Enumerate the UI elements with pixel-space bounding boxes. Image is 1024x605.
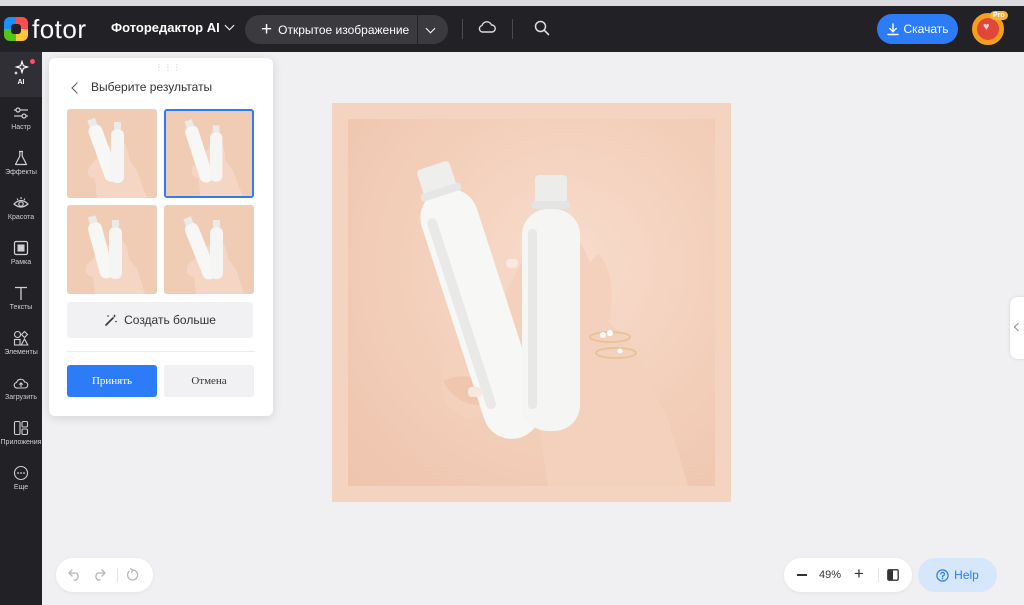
sidebar-item-apps[interactable]: Приложения (0, 412, 42, 457)
sidebar-label-frame: Рамка (10, 259, 32, 266)
bottles-hand-image (417, 161, 688, 486)
download-icon (886, 22, 899, 35)
result-thumbnail[interactable] (164, 205, 254, 294)
result-thumbnail[interactable] (67, 205, 157, 294)
fotor-logo-icon (4, 17, 28, 41)
chevron-left-icon (1013, 322, 1023, 332)
sidebar-label-ai: AI (17, 79, 25, 86)
undo-icon[interactable] (68, 569, 81, 581)
history-divider (117, 568, 118, 582)
open-image-label: Открытое изображение (278, 22, 410, 37)
frame-icon (13, 240, 29, 256)
panel-title: Выберите результаты (91, 80, 213, 94)
sidebar-label-text: Тексты (9, 304, 33, 311)
compare-icon[interactable] (887, 569, 899, 581)
result-image (166, 111, 252, 196)
sidebar-label-adjust: Настр (11, 124, 31, 131)
main-photo-canvas[interactable] (332, 103, 731, 502)
zoom-level: 49% (819, 569, 842, 581)
open-image-divider (417, 15, 418, 44)
heart-icon: ♥ (983, 21, 990, 33)
sidebar-label-elements: Элементы (4, 349, 38, 356)
generate-more-label: Создать больше (124, 313, 216, 327)
history-controls (56, 558, 153, 592)
cancel-button[interactable]: Отмена (164, 365, 254, 397)
open-image-dropdown-chevron-icon[interactable] (425, 23, 436, 34)
zoom-out-icon[interactable] (797, 574, 807, 576)
editor-mode-dropdown[interactable]: Фоторедактор AI (111, 20, 235, 35)
sliders-icon (14, 107, 28, 119)
sidebar-item-elements[interactable]: Элементы (0, 322, 42, 367)
result-thumbnail-selected[interactable] (164, 109, 254, 198)
zoom-in-icon[interactable]: + (854, 565, 864, 582)
sidebar-label-apps: Приложения (0, 439, 42, 446)
help-label: Help (954, 568, 979, 582)
text-icon (15, 286, 27, 300)
toolbar-divider (462, 19, 463, 39)
sidebar-item-text[interactable]: Тексты (0, 277, 42, 322)
zoom-divider (878, 568, 879, 582)
sidebar-item-upload[interactable]: Загрузить (0, 367, 42, 412)
result-image (67, 205, 157, 294)
zoom-controls: 49% + (784, 558, 912, 592)
editor-mode-label: Фоторедактор AI (111, 20, 220, 35)
sidebar-item-frame[interactable]: Рамка (0, 232, 42, 277)
result-thumbnail[interactable] (67, 109, 157, 198)
top-bar: fotor Фоторедактор AI + Открытое изображ… (0, 0, 1024, 52)
results-panel: ⋮⋮⋮ Выберите результаты Создать больше П… (49, 58, 273, 416)
sidebar-item-ai[interactable]: AI (0, 52, 42, 97)
logo-text: fotor (32, 14, 87, 44)
upload-icon (13, 378, 29, 389)
generate-more-button[interactable]: Создать больше (67, 302, 253, 338)
eye-icon (13, 197, 29, 208)
cloud-icon[interactable] (478, 20, 496, 34)
magic-wand-icon (105, 314, 117, 326)
search-icon[interactable] (534, 20, 550, 36)
sparkle-icon (14, 60, 29, 75)
plus-icon: + (261, 19, 273, 40)
result-image (164, 205, 254, 294)
download-button[interactable]: Скачать (877, 14, 958, 44)
sidebar-item-adjust[interactable]: Настр (0, 97, 42, 142)
more-icon (13, 465, 29, 481)
pro-badge: Pro (990, 11, 1008, 20)
drag-handle-icon[interactable]: ⋮⋮⋮ (155, 63, 182, 72)
apps-icon (13, 420, 29, 436)
help-icon (936, 568, 949, 582)
sidebar-item-beauty[interactable]: Красота (0, 187, 42, 232)
download-label: Скачать (903, 22, 949, 36)
right-panel-toggle[interactable] (1010, 297, 1024, 359)
left-sidebar: AI Настр Эффекты Красота Рамка Тексты Эл… (0, 52, 42, 605)
redo-icon[interactable] (93, 569, 106, 581)
accept-button[interactable]: Принять (67, 365, 157, 397)
photo-image (348, 119, 715, 486)
notification-dot (30, 59, 35, 64)
sidebar-label-upload: Загрузить (5, 394, 37, 401)
reset-icon[interactable] (126, 568, 140, 582)
fotor-logo[interactable]: fotor (4, 16, 87, 42)
chevron-down-icon (224, 20, 235, 31)
toolbar-divider (512, 19, 513, 39)
help-button[interactable]: Help (918, 558, 997, 592)
sidebar-item-more[interactable]: Еще (0, 457, 42, 502)
open-image-button[interactable]: + Открытое изображение (245, 15, 448, 44)
panel-divider (67, 351, 255, 352)
shapes-icon (13, 330, 29, 346)
sidebar-label-effects: Эффекты (5, 169, 37, 176)
sidebar-item-effects[interactable]: Эффекты (0, 142, 42, 187)
sidebar-label-more: Еще (13, 484, 29, 491)
sidebar-label-beauty: Красота (7, 214, 35, 221)
result-image (67, 109, 157, 198)
flask-icon (14, 150, 28, 166)
back-chevron-icon[interactable] (71, 82, 83, 94)
